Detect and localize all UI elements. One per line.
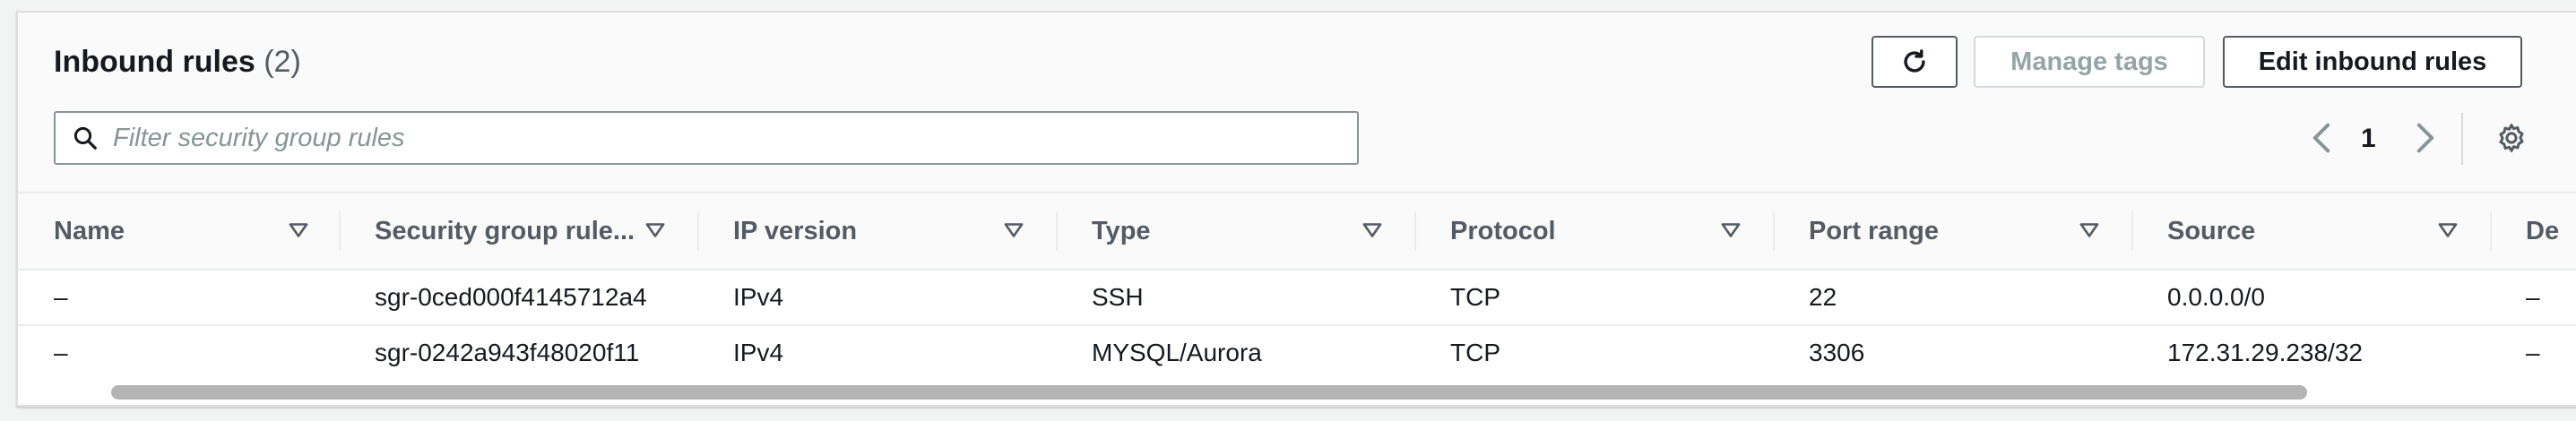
cell-port-range: 22	[1809, 283, 1837, 311]
inbound-rules-panel: Inbound rules (2) Manage tags Edit inbou…	[16, 11, 2576, 407]
cell-source: 0.0.0.0/0	[2167, 283, 2265, 311]
column-header-source[interactable]: Source	[2167, 193, 2255, 269]
gear-icon	[2499, 124, 2524, 152]
column-header-ip-version[interactable]: IP version	[733, 193, 857, 269]
cell-name: –	[54, 283, 68, 311]
chevron-right-icon	[2416, 123, 2434, 153]
column-header-description[interactable]: De	[2526, 193, 2559, 269]
sort-icon[interactable]	[1361, 219, 1384, 242]
column-divider[interactable]	[2490, 211, 2492, 251]
rules-table: Name Security group rule... IP version T…	[18, 192, 2576, 382]
previous-page-button[interactable]	[2304, 120, 2339, 156]
search-input[interactable]	[111, 122, 1280, 154]
rule-count: (2)	[264, 45, 301, 79]
sort-icon[interactable]	[1002, 219, 1025, 242]
column-header-type[interactable]: Type	[1092, 193, 1151, 269]
column-divider[interactable]	[1773, 211, 1775, 251]
column-divider[interactable]	[2131, 211, 2133, 251]
cell-type: MYSQL/Aurora	[1092, 339, 1262, 366]
cell-rule-id: sgr-0242a943f48020f11	[375, 339, 640, 366]
sort-icon[interactable]	[287, 219, 310, 242]
column-divider[interactable]	[339, 211, 341, 251]
preferences-button[interactable]	[2494, 120, 2529, 156]
cell-protocol: TCP	[1450, 283, 1500, 311]
column-divider[interactable]	[697, 211, 699, 251]
search-box[interactable]	[54, 111, 1359, 165]
pager-divider	[2461, 113, 2463, 165]
column-header-name[interactable]: Name	[54, 193, 125, 269]
refresh-button[interactable]	[1871, 36, 1958, 88]
horizontal-scrollbar-thumb[interactable]	[111, 385, 2307, 400]
cell-name: –	[54, 339, 68, 366]
cell-source: 172.31.29.238/32	[2167, 339, 2363, 366]
cell-rule-id: sgr-0ced000f4145712a4	[375, 283, 647, 311]
title-text: Inbound rules	[54, 45, 255, 79]
cell-ip-version: IPv4	[733, 283, 784, 311]
next-page-button[interactable]	[2407, 120, 2443, 156]
column-divider[interactable]	[1414, 211, 1416, 251]
sort-icon[interactable]	[1719, 219, 1742, 242]
sort-icon[interactable]	[644, 219, 667, 242]
column-header-rule-id[interactable]: Security group rule...	[375, 193, 635, 269]
search-icon	[73, 126, 97, 150]
column-divider[interactable]	[1056, 211, 1058, 251]
sort-icon[interactable]	[2078, 219, 2101, 242]
cell-protocol: TCP	[1450, 339, 1500, 366]
column-header-port-range[interactable]: Port range	[1809, 193, 1939, 269]
table-row[interactable]: – sgr-0ced000f4145712a4 IPv4 SSH TCP 22 …	[18, 271, 2576, 326]
cell-description: –	[2526, 283, 2540, 311]
page-title: Inbound rules (2)	[54, 45, 301, 80]
refresh-icon	[1904, 49, 1925, 73]
current-page-number[interactable]: 1	[2361, 124, 2376, 154]
cell-description: –	[2526, 339, 2540, 366]
cell-port-range: 3306	[1809, 339, 1865, 366]
table-header: Name Security group rule... IP version T…	[18, 192, 2576, 271]
sort-icon[interactable]	[2436, 219, 2459, 242]
manage-tags-button[interactable]: Manage tags	[1974, 36, 2205, 88]
table-row[interactable]: – sgr-0242a943f48020f11 IPv4 MYSQL/Auror…	[18, 326, 2576, 382]
edit-inbound-rules-button[interactable]: Edit inbound rules	[2223, 36, 2522, 88]
cell-ip-version: IPv4	[733, 339, 784, 366]
chevron-left-icon	[2312, 123, 2330, 153]
cell-type: SSH	[1092, 283, 1144, 311]
column-header-protocol[interactable]: Protocol	[1450, 193, 1556, 269]
